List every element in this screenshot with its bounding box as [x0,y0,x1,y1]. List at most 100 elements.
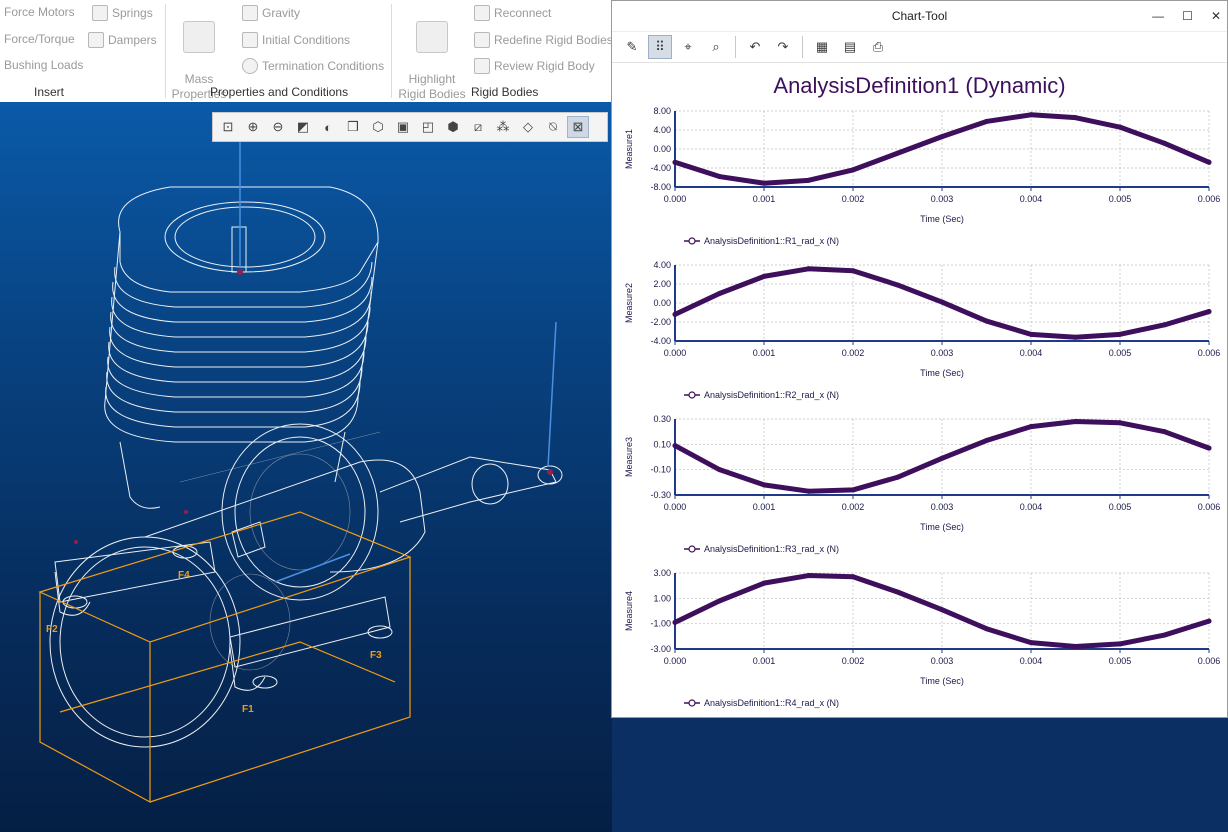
edit-icon[interactable]: ✎ [620,35,644,59]
y-tick-label: 0.10 [653,439,671,449]
repaint-icon[interactable]: ◩ [292,116,314,138]
data-point [1028,331,1034,337]
zoom-out-icon[interactable]: ⊖ [267,116,289,138]
data-point [984,438,989,444]
highlight-rigid-bodies-icon [416,21,448,53]
table-icon[interactable]: ▦ [810,35,834,59]
toolbar-separator [735,36,736,58]
gravity-button[interactable]: Gravity [242,5,300,21]
y-tick-label: 3.00 [653,568,671,578]
chart-tool-window: Chart-Tool — ☐ ✕ ✎ ⠿ ⌖ ⌕ ↶ ↷ ▦ ▤ ⎙ Analy… [611,0,1228,718]
measure-plots[interactable]: 0.000 0.001 0.002 0.003 0.004 0.005 0.006 8.00 4… [612,101,1227,711]
data-point [1117,641,1123,647]
highlight-rigid-bodies-button[interactable]: Highlight Rigid Bodies [396,6,468,102]
initial-conditions-icon [242,32,258,48]
data-point [850,574,856,580]
termination-conditions-button[interactable]: Termination Conditions [242,58,384,74]
ribbon: Force Motors Springs Force/Torque Damper… [0,0,613,103]
data-point [1073,643,1078,649]
ribbon-separator [391,4,392,98]
data-point [850,487,856,493]
x-tick-label: 0.003 [931,348,954,358]
data-point [806,488,811,494]
refit-icon[interactable]: ⊡ [217,116,239,138]
data-point [1073,334,1078,340]
properties-group-label: Properties and Conditions [210,85,349,99]
data-point [1028,112,1034,118]
data-point [1162,632,1167,638]
grid-icon[interactable]: ⠿ [648,35,672,59]
x-tick-label: 0.004 [1020,348,1043,358]
redefine-rigid-bodies-label: Redefine Rigid Bodies [494,33,613,47]
springs-button[interactable]: Springs [92,5,153,21]
display-style-icon[interactable]: ◐ [317,116,339,138]
review-rigid-body-label: Review Rigid Body [494,59,595,73]
dampers-label: Dampers [108,33,157,47]
spin-center-icon[interactable]: ◇ [517,116,539,138]
engine-model-wireframe[interactable]: F2 F4 F3 F1 [0,102,612,832]
data-point [1117,124,1123,130]
gravity-label: Gravity [262,6,301,20]
reconnect-button[interactable]: Reconnect [474,5,551,21]
spring-icon [92,5,108,21]
redefine-rigid-bodies-icon [474,32,490,48]
data-point [984,318,989,324]
initial-conditions-button[interactable]: Initial Conditions [242,32,350,48]
datum-display-icon[interactable]: ⧄ [467,116,489,138]
data-point [717,598,722,604]
data-point [1206,309,1212,315]
toolbar-separator [802,36,803,58]
x-tick-label: 0.005 [1109,656,1132,666]
data-point [761,180,767,186]
joint-marker-label: F4 [178,570,190,581]
redefine-rigid-bodies-button[interactable]: Redefine Rigid Bodies [474,32,613,48]
section-icon[interactable]: ⬢ [442,116,464,138]
y-tick-label: -1.00 [650,619,671,629]
orientation-icon[interactable]: ❒ [342,116,364,138]
data-point [895,150,900,156]
data-point [895,474,900,480]
data-point [717,174,722,180]
zoom-in-icon[interactable]: ⊕ [242,116,264,138]
chart-tool-titlebar[interactable]: Chart-Tool — ☐ ✕ [612,1,1227,32]
y-tick-label: -4.00 [650,336,671,346]
annotation-display-icon[interactable]: ⁂ [492,116,514,138]
saved-views-icon[interactable]: ⬡ [367,116,389,138]
minimize-icon[interactable]: — [1152,9,1164,23]
perspective-icon[interactable]: ◰ [417,116,439,138]
legend-marker [688,699,696,707]
data-point [939,299,945,305]
joint-marker-label: F2 [46,624,58,635]
springs-label: Springs [112,6,153,20]
close-icon[interactable]: ✕ [1211,9,1221,23]
model-display-icon[interactable]: ⍉ [542,116,564,138]
x-tick-label: 0.005 [1109,348,1132,358]
x-tick-label: 0.002 [842,656,865,666]
force-motors-label: Force Motors [4,5,75,19]
data-point [672,159,678,165]
view-manager-icon[interactable]: ▣ [392,116,414,138]
x-tick-label: 0.005 [1109,502,1132,512]
review-rigid-body-button[interactable]: Review Rigid Body [474,58,595,74]
legend-label: AnalysisDefinition1::R4_rad_x (N) [704,698,839,708]
force-motors-button[interactable]: Force Motors [4,5,75,19]
print-icon[interactable]: ⎙ [866,35,890,59]
y-tick-label: -2.00 [650,317,671,327]
data-point [1028,640,1034,646]
data-point [984,118,989,124]
export-text-icon[interactable]: ▤ [838,35,862,59]
undo-icon[interactable]: ↶ [743,35,767,59]
dampers-button[interactable]: Dampers [88,32,157,48]
data-point [1117,331,1123,337]
bushing-loads-button[interactable]: Bushing Loads [4,58,83,72]
x-tick-label: 0.000 [664,348,687,358]
zoom-icon[interactable]: ⌕ [704,35,728,59]
x-tick-label: 0.000 [664,656,687,666]
xy-coords-icon[interactable]: ⌖ [676,35,700,59]
force-torque-button[interactable]: Force/Torque [4,32,75,46]
redo-icon[interactable]: ↷ [771,35,795,59]
maximize-icon[interactable]: ☐ [1182,9,1193,23]
visibility-toggle-icon[interactable]: ⊠ [567,116,589,138]
legend-marker [688,237,696,245]
legend-label: AnalysisDefinition1::R2_rad_x (N) [704,390,839,400]
